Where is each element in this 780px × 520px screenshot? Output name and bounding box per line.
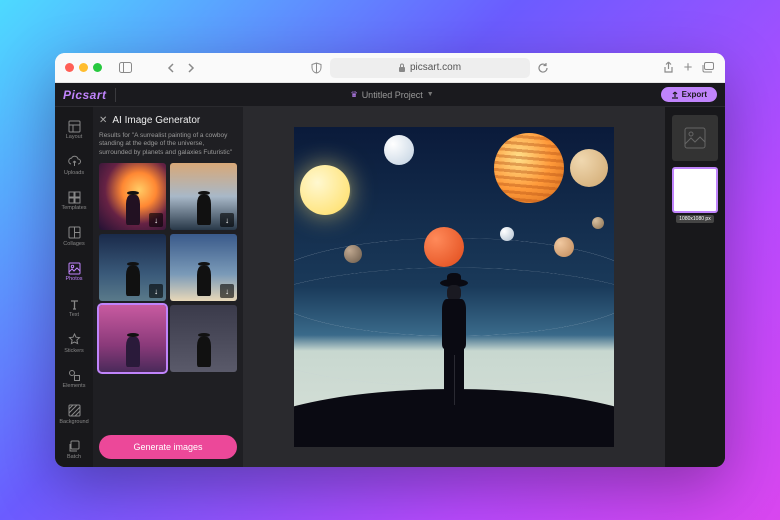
text-icon	[67, 297, 81, 311]
reload-icon[interactable]	[536, 61, 550, 75]
sidebar-item-templates[interactable]: Templates	[57, 184, 91, 218]
collages-icon	[67, 226, 81, 240]
sidebar-toggle-icon[interactable]	[118, 61, 132, 75]
panel-title: AI Image Generator	[112, 115, 200, 126]
layer-dimensions-badge: 1080x1080 px	[676, 215, 713, 223]
results-text: Results for "A surrealist painting of a …	[99, 132, 237, 157]
browser-chrome: picsart.com +	[55, 53, 725, 83]
minimize-window-icon[interactable]	[79, 63, 88, 72]
left-sidebar: Layout Uploads Templates Collages Photos…	[55, 107, 93, 467]
shield-icon[interactable]	[310, 61, 324, 75]
export-label: Export	[682, 90, 707, 99]
app-topbar: Picsart ♛ Untitled Project ▼ Export	[55, 83, 725, 107]
project-name: Untitled Project	[362, 90, 423, 100]
app-logo: Picsart	[63, 88, 107, 102]
photos-icon	[67, 261, 81, 275]
close-panel-icon[interactable]: ✕	[99, 115, 107, 126]
sidebar-item-layout[interactable]: Layout	[57, 113, 91, 147]
download-icon[interactable]: ↓	[220, 213, 234, 227]
results-grid: ↓ ↓ ↓ ↓	[99, 163, 237, 372]
canvas-area[interactable]	[243, 107, 665, 467]
sidebar-item-elements[interactable]: Elements	[57, 362, 91, 396]
sidebar-item-uploads[interactable]: Uploads	[57, 149, 91, 183]
sidebar-item-background[interactable]: Background	[57, 398, 91, 432]
sidebar-item-text[interactable]: Text	[57, 291, 91, 325]
maximize-window-icon[interactable]	[93, 63, 102, 72]
download-icon[interactable]: ↓	[149, 213, 163, 227]
result-thumb[interactable]: ↓	[170, 234, 237, 301]
back-icon[interactable]	[164, 61, 178, 75]
share-icon[interactable]	[661, 61, 675, 75]
result-thumb[interactable]: ↓	[99, 163, 166, 230]
panel-header: ✕ AI Image Generator	[99, 115, 237, 126]
right-sidebar: 1080x1080 px	[665, 107, 725, 467]
result-thumb[interactable]: ↓	[99, 234, 166, 301]
url-bar[interactable]: picsart.com	[330, 58, 530, 78]
url-text: picsart.com	[410, 62, 461, 73]
export-button[interactable]: Export	[661, 87, 717, 102]
layout-icon	[67, 119, 81, 133]
crown-icon: ♛	[351, 90, 358, 99]
background-icon	[67, 404, 81, 418]
app-body: Layout Uploads Templates Collages Photos…	[55, 107, 725, 467]
batch-icon	[67, 439, 81, 453]
new-tab-icon[interactable]: +	[681, 61, 695, 75]
elements-icon	[67, 368, 81, 382]
result-thumb[interactable]	[99, 305, 166, 372]
sidebar-item-stickers[interactable]: Stickers	[57, 327, 91, 361]
lock-icon	[398, 63, 406, 72]
generated-image[interactable]	[294, 127, 614, 447]
download-icon[interactable]: ↓	[149, 284, 163, 298]
tabs-icon[interactable]	[701, 61, 715, 75]
export-icon	[671, 91, 679, 99]
download-icon[interactable]: ↓	[220, 284, 234, 298]
browser-window: picsart.com + Picsart ♛ Untitled Project…	[55, 53, 725, 467]
sidebar-item-photos[interactable]: Photos	[57, 255, 91, 289]
result-thumb[interactable]: ↓	[170, 163, 237, 230]
layer-thumb-active[interactable]	[672, 167, 718, 213]
app-frame: Picsart ♛ Untitled Project ▼ Export Layo…	[55, 83, 725, 467]
result-thumb[interactable]	[170, 305, 237, 372]
templates-icon	[67, 190, 81, 204]
stickers-icon	[67, 333, 81, 347]
generate-button[interactable]: Generate images	[99, 435, 237, 459]
forward-icon[interactable]	[184, 61, 198, 75]
project-name-area[interactable]: ♛ Untitled Project ▼	[124, 90, 661, 100]
layer-thumb[interactable]	[672, 115, 718, 161]
close-window-icon[interactable]	[65, 63, 74, 72]
sidebar-item-batch[interactable]: Batch	[57, 433, 91, 467]
window-controls	[65, 63, 102, 72]
sidebar-item-collages[interactable]: Collages	[57, 220, 91, 254]
uploads-icon	[67, 155, 81, 169]
chevron-down-icon: ▼	[427, 91, 434, 98]
ai-generator-panel: ✕ AI Image Generator Results for "A surr…	[93, 107, 243, 467]
